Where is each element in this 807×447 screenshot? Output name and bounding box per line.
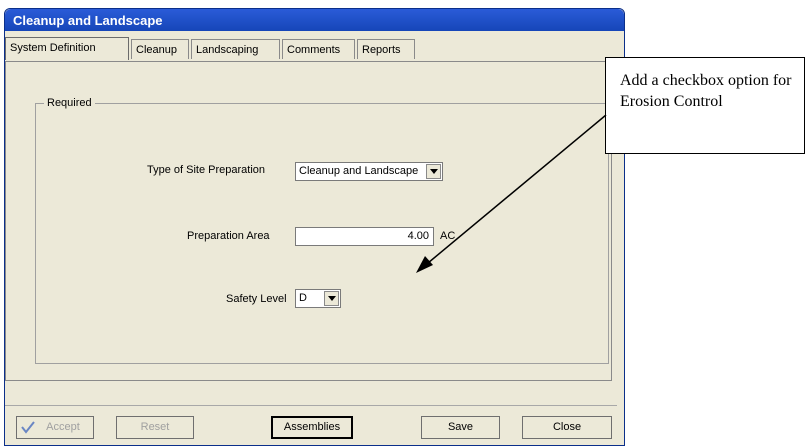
annotation-arrow: [416, 114, 607, 273]
tab-system-definition[interactable]: System Definition: [5, 37, 129, 60]
